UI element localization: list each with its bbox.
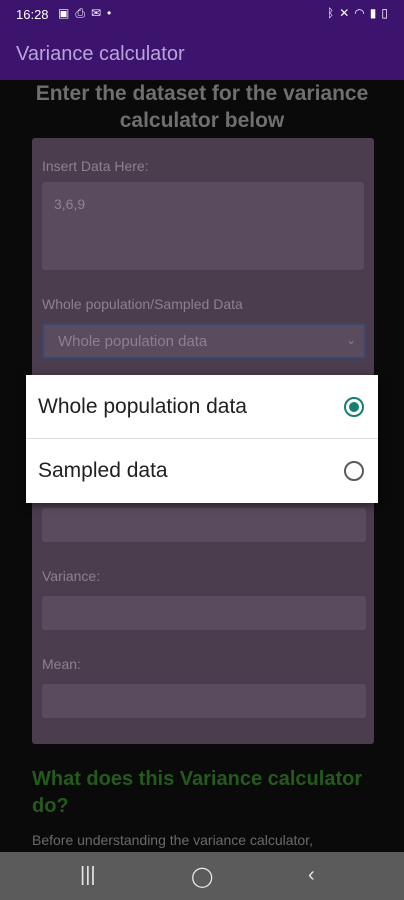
population-type-select[interactable]: Whole population data ⌄ xyxy=(42,323,366,359)
recent-apps-icon[interactable]: ||| xyxy=(80,864,96,887)
signal-icon: ▮ xyxy=(369,6,377,20)
calculate-field xyxy=(42,508,366,542)
status-right-icons: ᛒ ✕ ◠ ▮ ▯ xyxy=(327,6,388,20)
back-icon[interactable]: ‹ xyxy=(308,864,315,887)
option-whole-population[interactable]: Whole population data xyxy=(26,375,378,438)
insert-data-label: Insert Data Here: xyxy=(42,158,149,174)
printer-icon: ⎙ xyxy=(75,6,85,20)
population-type-dialog: Whole population data Sampled data xyxy=(26,375,378,503)
status-left-icons: ▣ ⎙ ✉ • xyxy=(58,6,111,21)
radio-selected-icon[interactable] xyxy=(344,397,364,417)
data-input[interactable]: 3,6,9 xyxy=(42,182,364,270)
bluetooth-icon: ᛒ xyxy=(327,6,335,20)
home-icon[interactable]: ◯ xyxy=(191,864,213,889)
navigation-bar: ||| ◯ ‹ xyxy=(0,852,404,900)
variance-output xyxy=(42,596,366,630)
gallery-icon: ▣ xyxy=(58,6,70,20)
app-title: Variance calculator xyxy=(16,43,185,65)
option-label: Sampled data xyxy=(38,459,168,482)
message-icon: ✉ xyxy=(90,6,102,20)
population-type-value: Whole population data xyxy=(58,333,208,350)
wifi-icon: ◠ xyxy=(354,6,365,20)
dot-icon: • xyxy=(107,6,112,20)
option-sampled-data[interactable]: Sampled data xyxy=(26,439,378,502)
page-heading: Enter the dataset for the variance calcu… xyxy=(35,82,369,132)
mean-output xyxy=(42,684,366,718)
app-bar: Variance calculator xyxy=(0,30,404,80)
mean-label: Mean: xyxy=(42,656,81,672)
status-bar: 16:28 ▣ ⎙ ✉ • ᛒ ✕ ◠ ▮ ▯ xyxy=(0,0,404,30)
chevron-down-icon: ⌄ xyxy=(345,333,356,347)
section-heading: What does this Variance calculator do? xyxy=(32,768,363,817)
option-label: Whole population data xyxy=(38,395,247,418)
radio-unselected-icon[interactable] xyxy=(344,461,364,481)
status-time: 16:28 xyxy=(16,7,49,22)
section-text: Before understanding the variance calcul… xyxy=(32,832,313,848)
variance-label: Variance: xyxy=(42,568,101,584)
population-type-label: Whole population/Sampled Data xyxy=(42,296,243,312)
battery-icon: ▯ xyxy=(381,6,388,20)
mute-icon: ✕ xyxy=(339,6,350,20)
